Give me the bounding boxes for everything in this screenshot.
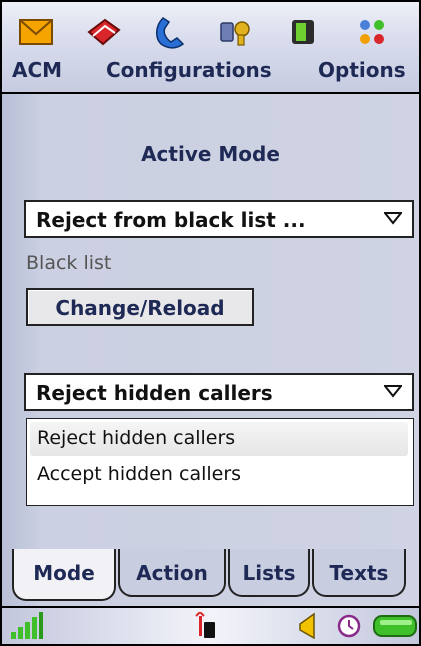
tab-lists[interactable]: Lists: [228, 549, 310, 597]
signal-strength-icon: [11, 612, 43, 639]
mail-icon[interactable]: [14, 12, 58, 52]
mode-dropdown[interactable]: Reject from black list ...: [24, 200, 414, 238]
app-toolbar: ACM Configurations Options: [2, 2, 419, 94]
page-title: Active Mode: [141, 142, 280, 166]
option-accept-hidden-callers[interactable]: Accept hidden callers: [37, 463, 241, 485]
change-reload-button[interactable]: Change/Reload: [26, 288, 254, 326]
apps-grid-icon[interactable]: [350, 12, 394, 52]
menu-acm[interactable]: ACM: [12, 58, 62, 88]
hidden-callers-dropdown-value: Reject hidden callers: [36, 381, 273, 405]
tab-texts-label: Texts: [329, 561, 389, 585]
hidden-callers-options-list: Reject hidden callers Accept hidden call…: [26, 418, 414, 506]
menu-options[interactable]: Options: [318, 58, 406, 88]
tab-texts[interactable]: Texts: [312, 549, 406, 597]
mode-dropdown-value: Reject from black list ...: [36, 208, 306, 232]
tab-mode[interactable]: Mode: [12, 549, 116, 601]
phone-handset-icon[interactable]: [148, 12, 192, 52]
option-reject-hidden-callers[interactable]: Reject hidden callers: [37, 427, 235, 449]
chevron-down-icon: [384, 385, 402, 398]
tab-bar: Mode Action Lists Texts: [2, 549, 419, 605]
chevron-down-icon: [384, 212, 402, 225]
phone-screen: ACM Configurations Options Active Mode R…: [0, 0, 421, 646]
status-bar: [2, 606, 419, 644]
tab-mode-label: Mode: [33, 561, 95, 585]
tab-lists-label: Lists: [242, 561, 296, 585]
battery-icon: [373, 615, 417, 637]
main-panel: Active Mode Reject from black list ... B…: [2, 94, 419, 549]
clock-icon[interactable]: [336, 612, 362, 640]
book-icon[interactable]: [82, 12, 126, 52]
black-list-label: Black list: [26, 252, 112, 274]
phone-memory-icon: [195, 612, 215, 638]
keys-icon[interactable]: [214, 12, 258, 52]
menu-configurations[interactable]: Configurations: [106, 58, 272, 88]
tab-action-label: Action: [136, 561, 208, 585]
change-reload-label: Change/Reload: [55, 296, 225, 320]
hidden-callers-dropdown[interactable]: Reject hidden callers: [24, 373, 414, 411]
speaker-icon[interactable]: [294, 612, 318, 640]
phone-device-icon[interactable]: [282, 12, 326, 52]
tab-action[interactable]: Action: [118, 549, 226, 597]
